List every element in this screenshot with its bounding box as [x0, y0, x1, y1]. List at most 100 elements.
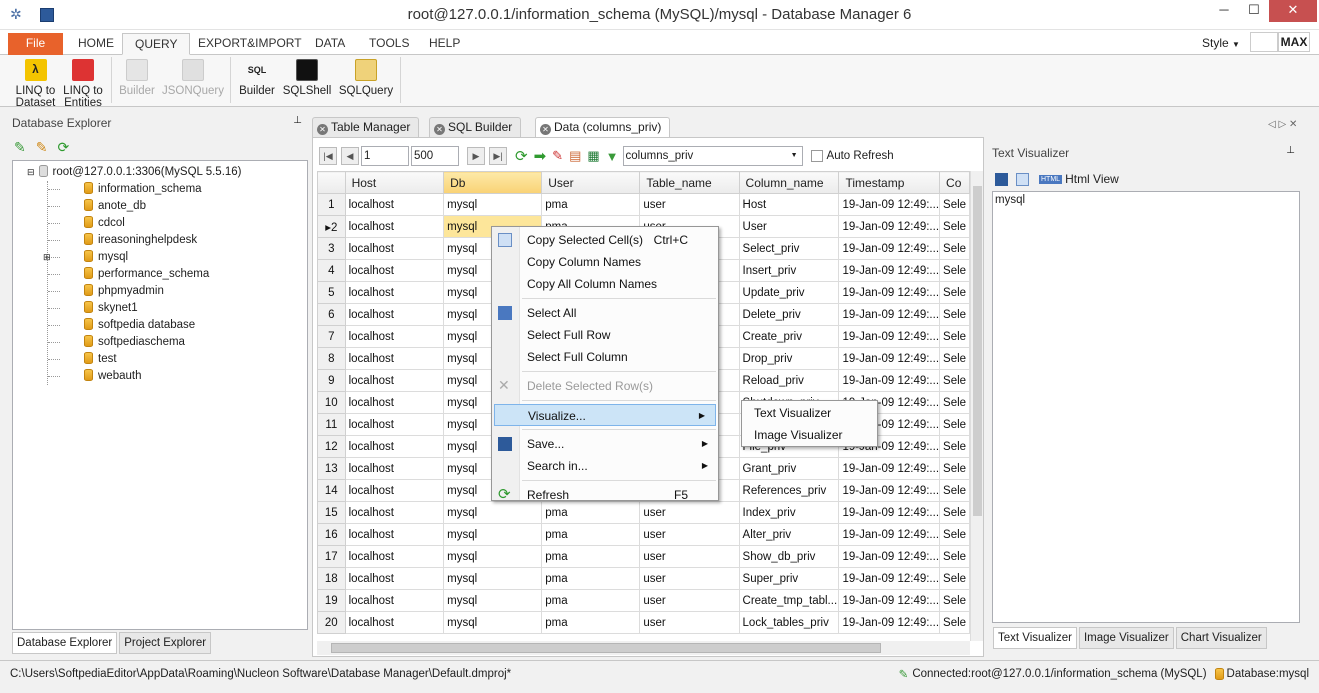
grid-cell[interactable]: Sele — [939, 545, 970, 568]
grid-cell[interactable]: 19-Jan-09 12:49:... — [838, 347, 941, 370]
grid-cell[interactable]: 19-Jan-09 12:49:... — [838, 281, 941, 304]
grid-cell[interactable]: Create_tmp_tabl... — [738, 589, 840, 612]
grid-cell[interactable]: user — [639, 611, 740, 634]
tree-db-item[interactable]: webauth — [48, 368, 307, 385]
filter-icon[interactable]: ▼ — [606, 149, 619, 164]
last-page-button[interactable]: ▶| — [489, 147, 507, 165]
row-header[interactable]: 10 — [317, 391, 346, 414]
vertical-scrollbar[interactable] — [970, 171, 983, 641]
grid-cell[interactable]: mysql — [443, 193, 543, 216]
grid-cell[interactable]: User — [738, 215, 840, 238]
menu-image-visualizer[interactable]: Image Visualizer — [742, 424, 877, 446]
max-button[interactable]: MAX — [1278, 32, 1310, 52]
tab-image-visualizer[interactable]: Image Visualizer — [1078, 627, 1174, 649]
grid-cell[interactable]: References_priv — [738, 479, 840, 502]
row-header[interactable]: 18 — [317, 567, 346, 590]
row-header[interactable]: 6 — [317, 303, 346, 326]
style-swatch[interactable] — [1250, 32, 1278, 52]
grid-cell[interactable]: 19-Jan-09 12:49:... — [838, 501, 941, 524]
row-header[interactable]: 1 — [317, 193, 346, 216]
row-header[interactable]: 8 — [317, 347, 346, 370]
table-row[interactable]: 17 localhost mysql pma user Show_db_priv 19-Ja… — [317, 545, 970, 568]
tab-query[interactable]: QUERY — [122, 33, 191, 55]
table-row[interactable]: 16 localhost mysql pma user Alter_priv 19-Jan-… — [317, 523, 970, 546]
grid-cell[interactable]: user — [639, 545, 740, 568]
grid-cell[interactable]: localhost — [344, 193, 445, 216]
column-header[interactable]: Co — [939, 171, 970, 194]
start-input[interactable]: 1 — [361, 146, 409, 166]
grid-cell[interactable]: localhost — [344, 259, 445, 282]
grid-cell[interactable]: mysql — [443, 545, 543, 568]
menu-refresh[interactable]: ⟳ Refresh F5 — [492, 484, 718, 506]
grid-cell[interactable]: localhost — [344, 215, 445, 238]
grid-cell[interactable]: 19-Jan-09 12:49:... — [838, 325, 941, 348]
menu-text-visualizer[interactable]: Text Visualizer — [742, 402, 877, 424]
tab-file[interactable]: File — [8, 33, 63, 55]
pin-icon[interactable]: ⊥ — [1286, 145, 1295, 156]
tab-chart-visualizer[interactable]: Chart Visualizer — [1175, 627, 1267, 649]
grid-cell[interactable]: Sele — [939, 259, 970, 282]
row-header[interactable]: 14 — [317, 479, 346, 502]
linq-entities-button[interactable]: LINQ to Entities — [60, 57, 106, 109]
grid-cell[interactable]: Super_priv — [738, 567, 840, 590]
menu-visualize[interactable]: Visualize... ▶ — [494, 404, 716, 426]
column-header[interactable]: Table_name — [639, 171, 740, 194]
pin-icon[interactable]: ⊥ — [293, 115, 302, 126]
menu-search-in[interactable]: Search in... ▶ — [492, 455, 718, 477]
grid-cell[interactable]: 19-Jan-09 12:49:... — [838, 457, 941, 480]
grid-cell[interactable]: pma — [541, 545, 641, 568]
grid-cell[interactable]: 19-Jan-09 12:49:... — [838, 567, 941, 590]
grid-cell[interactable]: 19-Jan-09 12:49:... — [838, 193, 941, 216]
grid-cell[interactable]: Sele — [939, 457, 970, 480]
row-header[interactable]: 7 — [317, 325, 346, 348]
count-input[interactable]: 500 — [411, 146, 459, 166]
tab-table-manager[interactable]: ✕ Table Manager — [312, 117, 420, 137]
grid-cell[interactable]: localhost — [344, 523, 445, 546]
scroll-thumb[interactable] — [331, 643, 881, 653]
column-header[interactable]: Timestamp — [838, 171, 941, 194]
row-header[interactable]: 5 — [317, 281, 346, 304]
grid-cell[interactable]: localhost — [344, 413, 445, 436]
tab-data[interactable]: DATA — [303, 33, 357, 55]
grid-cell[interactable]: Sele — [939, 567, 970, 590]
close-icon[interactable]: ✕ — [317, 124, 328, 135]
grid-cell[interactable]: localhost — [344, 457, 445, 480]
tree-db-item[interactable]: softpediaschema — [48, 334, 307, 351]
grid-cell[interactable]: Sele — [939, 589, 970, 612]
linq-dataset-button[interactable]: λ LINQ to Dataset — [13, 57, 58, 109]
tab-tools[interactable]: TOOLS — [357, 33, 421, 55]
scroll-thumb[interactable] — [973, 186, 982, 516]
row-header[interactable]: 9 — [317, 369, 346, 392]
connect-icon[interactable]: ✎ — [14, 139, 26, 156]
table-select[interactable]: columns_priv ▼ — [622, 146, 803, 166]
grid-cell[interactable]: localhost — [344, 303, 445, 326]
grid-cell[interactable]: Sele — [939, 611, 970, 634]
grid-cell[interactable]: user — [639, 193, 740, 216]
grid-cell[interactable]: Sele — [939, 369, 970, 392]
go-icon[interactable]: ➡ — [534, 147, 547, 165]
grid-cell[interactable]: localhost — [344, 501, 445, 524]
close-icon[interactable]: ✕ — [434, 124, 445, 135]
row-header[interactable]: 11 — [317, 413, 346, 436]
grid-cell[interactable]: 19-Jan-09 12:49:... — [838, 259, 941, 282]
menu-save[interactable]: Save... ▶ — [492, 433, 718, 455]
tree-db-item[interactable]: ireasoninghelpdesk — [48, 232, 307, 249]
grid-cell[interactable]: localhost — [344, 325, 445, 348]
grid-cell[interactable]: mysql — [443, 611, 543, 634]
grid-cell[interactable]: localhost — [344, 281, 445, 304]
grid-cell[interactable]: pma — [541, 523, 641, 546]
tree-db-item[interactable]: skynet1 — [48, 300, 307, 317]
table-row[interactable]: 20 localhost mysql pma user Lock_tables_priv 1… — [317, 611, 970, 634]
grid-cell[interactable]: pma — [541, 611, 641, 634]
grid-cell[interactable]: 19-Jan-09 12:49:... — [838, 215, 941, 238]
grid-cell[interactable]: Drop_priv — [738, 347, 840, 370]
expand-icon[interactable]: ⊞ — [43, 249, 51, 266]
tree-db-item[interactable]: information_schema — [48, 181, 307, 198]
grid-cell[interactable]: Sele — [939, 193, 970, 216]
save-icon[interactable] — [995, 172, 1008, 186]
grid-cell[interactable]: localhost — [344, 391, 445, 414]
tree-db-item[interactable]: performance_schema — [48, 266, 307, 283]
grid-cell[interactable]: Sele — [939, 303, 970, 326]
row-header[interactable]: 16 — [317, 523, 346, 546]
row-header[interactable]: 12 — [317, 435, 346, 458]
